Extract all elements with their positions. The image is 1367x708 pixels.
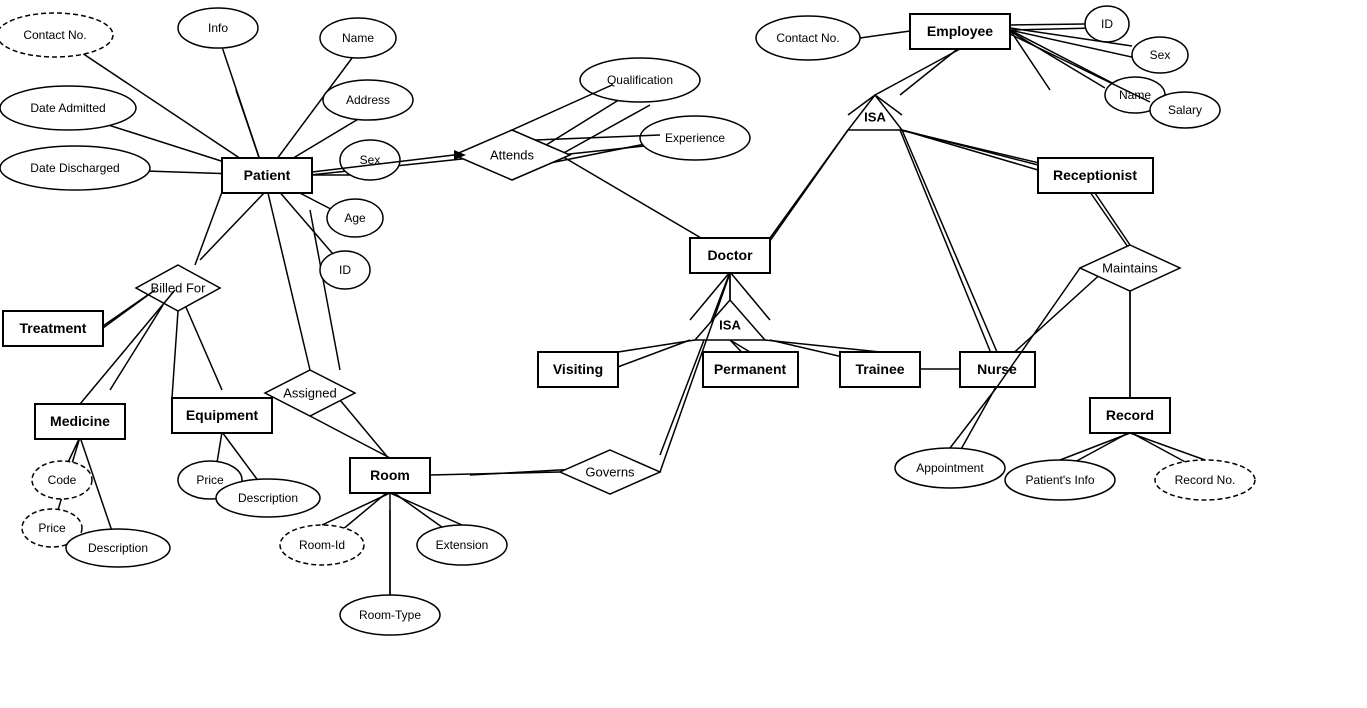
- equipment-price-label: Price: [196, 473, 224, 487]
- date-admitted-label: Date Admitted: [30, 101, 105, 115]
- room-label: Room: [370, 467, 410, 483]
- patient-name-label: Name: [342, 31, 374, 45]
- extension-label: Extension: [436, 538, 489, 552]
- medicine-code-label: Code: [48, 473, 77, 487]
- doctor-isa-label: ISA: [719, 318, 741, 333]
- employee-sex-label: Sex: [1150, 48, 1171, 62]
- contact-no-label: Contact No.: [23, 28, 86, 42]
- trainee-label: Trainee: [855, 361, 904, 377]
- appointment-label: Appointment: [916, 461, 984, 475]
- patient-label: Patient: [244, 167, 291, 183]
- employee-label: Employee: [927, 23, 993, 39]
- receptionist-label: Receptionist: [1053, 167, 1137, 183]
- assigned-label: Assigned: [283, 386, 336, 401]
- er-diagram: Contact No. Info Date Admitted Date Disc…: [0, 0, 1367, 703]
- medicine-desc-label: Description: [88, 541, 148, 555]
- address-label: Address: [346, 93, 390, 107]
- visiting-label: Visiting: [553, 361, 603, 377]
- record-no-label: Record No.: [1175, 473, 1236, 487]
- equipment-label: Equipment: [186, 407, 259, 423]
- salary-label: Salary: [1168, 103, 1202, 117]
- medicine-label: Medicine: [50, 413, 110, 429]
- date-discharged-label: Date Discharged: [30, 161, 119, 175]
- permanent-label: Permanent: [714, 361, 787, 377]
- room-type-label: Room-Type: [359, 608, 421, 622]
- age-label: Age: [344, 211, 366, 225]
- qualification-label: Qualification: [607, 73, 673, 87]
- attends-label: Attends: [490, 148, 535, 163]
- employee-contact-label: Contact No.: [776, 31, 839, 45]
- nurse-label: Nurse: [977, 361, 1017, 377]
- info-label: Info: [208, 21, 228, 35]
- room-id-label: Room-Id: [299, 538, 345, 552]
- experience-label: Experience: [665, 131, 725, 145]
- maintains-label: Maintains: [1102, 261, 1158, 276]
- record-label: Record: [1106, 407, 1154, 423]
- doctor-label: Doctor: [707, 247, 753, 263]
- treatment-label: Treatment: [20, 320, 87, 336]
- medicine-price-label: Price: [38, 521, 66, 535]
- patient-id-label: ID: [339, 263, 351, 277]
- patients-info-label: Patient's Info: [1026, 473, 1095, 487]
- governs-label: Governs: [585, 465, 635, 480]
- billed-for-label: Billed For: [151, 281, 207, 296]
- employee-id-label: ID: [1101, 17, 1113, 31]
- equipment-desc-label: Description: [238, 491, 298, 505]
- employee-isa-label: ISA: [864, 110, 886, 125]
